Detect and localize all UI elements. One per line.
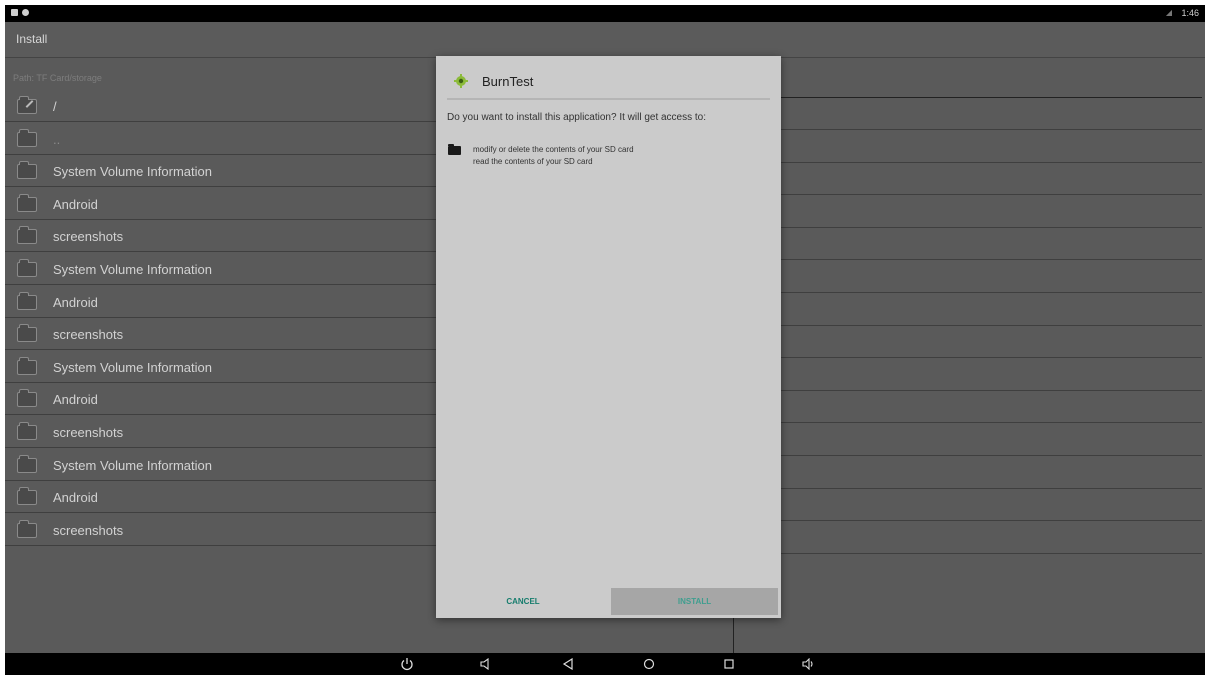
file-list: /.. System Volume Information Android scree… — [5, 90, 436, 550]
panel-row — [734, 228, 1202, 261]
panel-row — [734, 326, 1202, 359]
right-panel — [733, 97, 1202, 654]
panel-row — [734, 261, 1202, 293]
file-row[interactable]: System Volume Information — [5, 351, 436, 383]
panel-row — [734, 131, 1202, 163]
cancel-button[interactable]: CANCEL — [436, 588, 610, 615]
permission-item: modify or delete the contents of your SD… — [473, 145, 634, 154]
notification-icon — [11, 9, 18, 16]
file-row[interactable]: Android — [5, 383, 436, 416]
file-name: System Volume Information — [53, 359, 212, 375]
file-name: System Volume Information — [53, 164, 212, 180]
file-row[interactable]: screenshots — [5, 220, 436, 253]
folder-icon — [17, 226, 37, 245]
file-name: Android — [53, 196, 98, 212]
file-row[interactable]: Android — [5, 188, 436, 220]
file-row[interactable]: System Volume Information — [5, 253, 436, 285]
folder-icon — [17, 422, 37, 440]
panel-row — [734, 489, 1202, 522]
dialog-divider — [447, 98, 770, 100]
file-name: Android — [53, 294, 98, 310]
status-bar: ◢ 1:46 — [5, 5, 1205, 22]
path-label: Path: — [13, 73, 35, 83]
power-icon[interactable] — [398, 656, 416, 672]
panel-row — [734, 163, 1202, 196]
page-title: Install — [16, 32, 48, 46]
path-value: TF Card/storage — [36, 73, 102, 83]
file-row[interactable]: System Volume Information — [5, 155, 436, 188]
file-name: Android — [53, 392, 98, 408]
permission-item: read the contents of your SD card — [473, 157, 593, 166]
folder-icon — [17, 291, 37, 310]
folder-icon — [17, 259, 37, 277]
file-row[interactable]: screenshots — [5, 416, 436, 448]
file-row[interactable]: screenshots — [5, 318, 436, 351]
folder-edit-icon — [17, 96, 37, 114]
folder-icon — [17, 128, 37, 147]
folder-icon — [17, 324, 37, 343]
path-breadcrumb: Path: TF Card/storage — [13, 73, 102, 83]
signal-icon: ◢ — [1165, 8, 1172, 17]
title-bar: Install — [5, 22, 1205, 58]
file-row[interactable]: Android — [5, 286, 436, 318]
file-name: screenshots — [53, 522, 124, 538]
file-name: Android — [53, 490, 98, 506]
navigation-bar — [5, 653, 1205, 675]
volume-up-icon[interactable] — [799, 656, 817, 672]
folder-icon — [17, 161, 37, 180]
file-row[interactable]: Android — [5, 481, 436, 514]
panel-row — [734, 457, 1202, 489]
android-app-icon — [454, 74, 468, 88]
recents-icon[interactable] — [720, 656, 738, 672]
install-question: Do you want to install this application?… — [447, 112, 707, 123]
device-screen: ◢ 1:46 Install Path: TF Card/storage /..… — [5, 5, 1205, 675]
folder-icon — [17, 519, 37, 538]
status-clock: 1:46 — [1181, 8, 1199, 18]
panel-row — [734, 522, 1202, 554]
panel-row — [734, 391, 1202, 424]
file-name: System Volume Information — [53, 262, 212, 277]
back-icon[interactable] — [559, 656, 577, 672]
volume-down-icon[interactable] — [476, 656, 494, 672]
folder-icon — [17, 356, 37, 375]
app-name: BurnTest — [482, 74, 534, 89]
panel-row — [734, 196, 1202, 228]
folder-icon — [448, 144, 461, 155]
file-name: / — [53, 99, 57, 114]
notification-icon — [22, 9, 29, 16]
panel-row — [734, 294, 1202, 326]
file-name: screenshots — [53, 327, 124, 343]
file-name: screenshots — [53, 425, 124, 440]
file-name: System Volume Information — [53, 457, 212, 473]
home-icon[interactable] — [640, 656, 658, 672]
file-row[interactable]: .. — [5, 123, 436, 155]
panel-row — [734, 424, 1202, 456]
file-row[interactable]: screenshots — [5, 514, 436, 546]
install-button[interactable]: INSTALL — [611, 588, 778, 615]
folder-icon — [17, 389, 37, 408]
folder-icon — [17, 487, 37, 506]
panel-row — [734, 98, 1202, 130]
file-name: .. — [53, 131, 61, 147]
panel-row — [734, 359, 1202, 391]
folder-icon — [17, 193, 37, 212]
file-name: screenshots — [53, 229, 124, 245]
install-dialog: BurnTest Do you want to install this app… — [436, 56, 781, 618]
file-row[interactable]: / — [5, 90, 436, 122]
folder-icon — [17, 454, 37, 473]
file-row[interactable]: System Volume Information — [5, 449, 436, 481]
